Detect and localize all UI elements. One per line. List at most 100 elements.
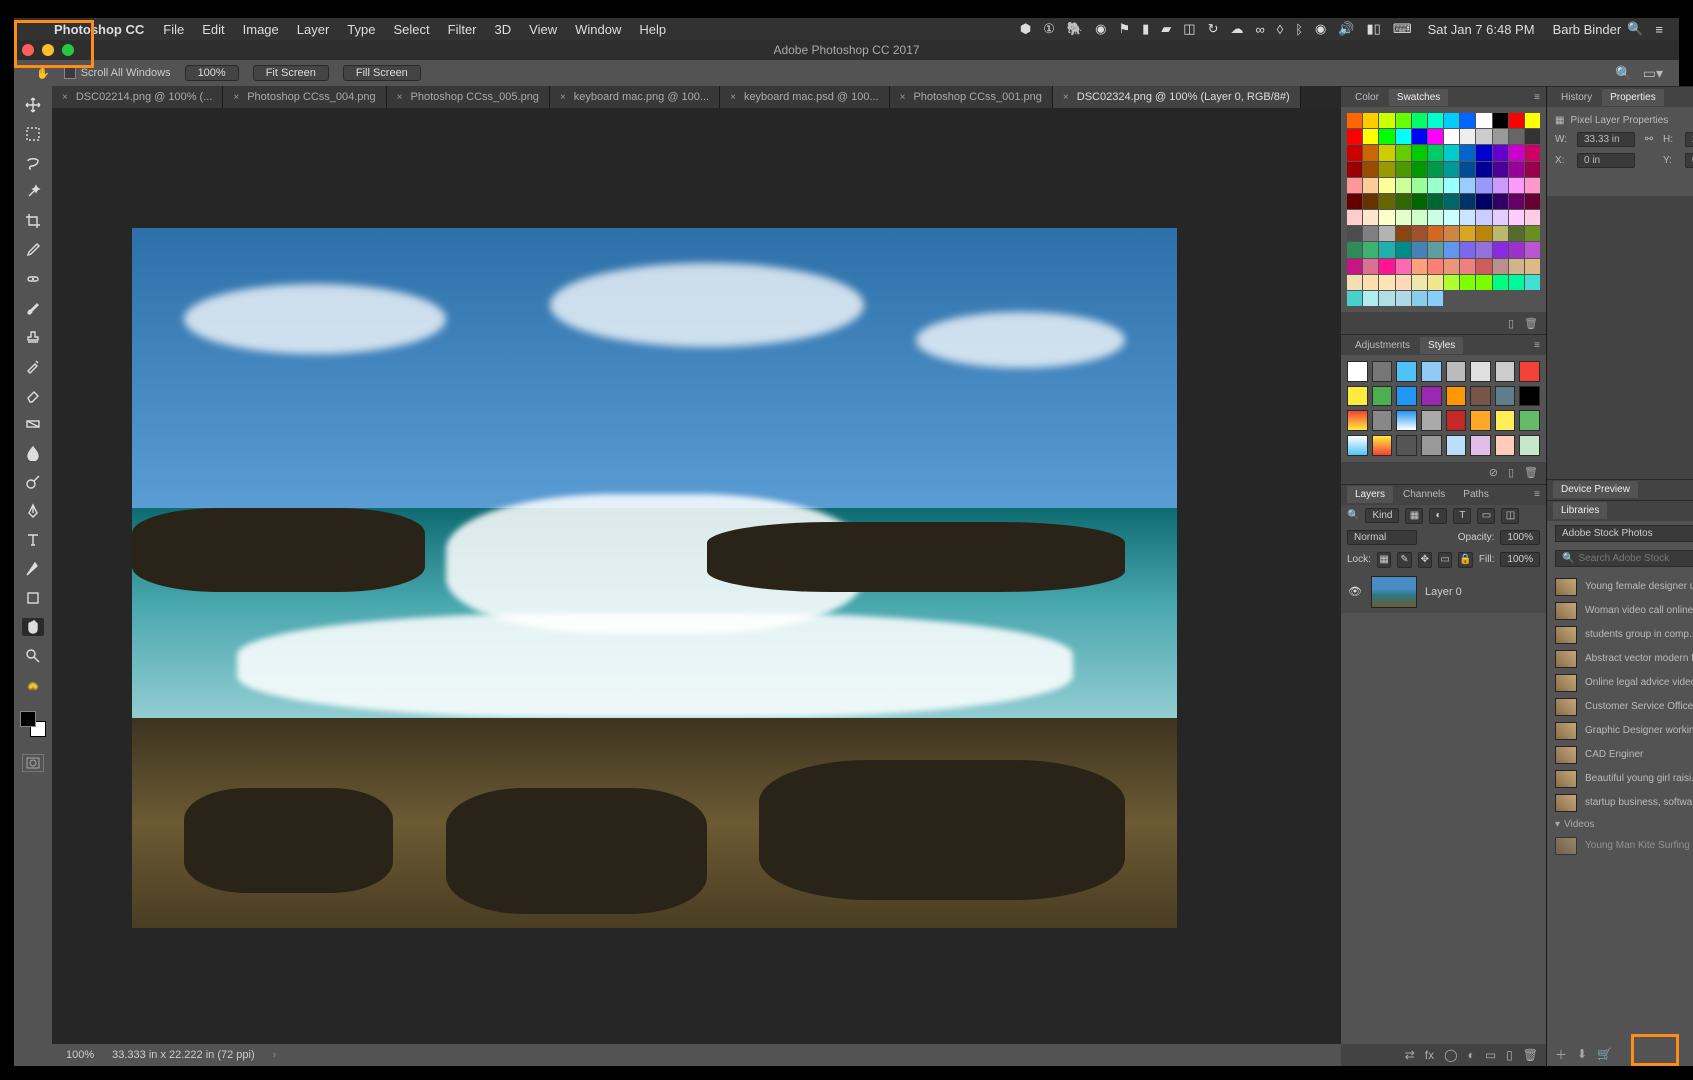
swatch[interactable] [1363,291,1378,306]
status-dims[interactable]: 33.333 in x 22.222 in (72 ppi) [112,1049,255,1061]
swatch[interactable] [1460,194,1475,209]
swatch[interactable] [1493,162,1508,177]
style-swatch[interactable] [1470,410,1491,431]
overlap-icon[interactable]: ◫ [1183,21,1195,37]
swatch[interactable] [1509,178,1524,193]
close-tab-icon[interactable]: × [233,92,239,103]
adjustments-tab[interactable]: Adjustments [1347,337,1418,354]
swatches-tab[interactable]: Swatches [1389,89,1448,106]
fill-value[interactable]: 100% [1500,552,1540,567]
style-swatch[interactable] [1470,386,1491,407]
close-tab-icon[interactable]: × [730,92,736,103]
swatch[interactable] [1347,226,1362,241]
library-item[interactable]: CAD EnginerJPEG [1547,743,1693,767]
swatch[interactable] [1476,210,1491,225]
swatch[interactable] [1412,162,1427,177]
library-item[interactable]: Woman video call online ...JPEG [1547,599,1693,623]
brush-tool[interactable] [22,299,44,317]
swatch[interactable] [1525,194,1540,209]
new-layer-icon[interactable]: ▯ [1506,1048,1513,1062]
style-swatch[interactable] [1495,435,1516,456]
eraser-tool[interactable] [22,386,44,404]
library-search[interactable]: 🔍Search Adobe Stock▾ [1555,550,1693,567]
user-name[interactable]: Barb Binder [1553,22,1622,37]
new-style-icon[interactable]: ▯ [1508,466,1514,479]
menu-3d[interactable]: 3D [495,22,512,37]
gradient-tool[interactable] [22,415,44,433]
zoom-tool[interactable] [22,647,44,665]
swatch[interactable] [1347,242,1362,257]
style-swatch[interactable] [1421,361,1442,382]
shape-tool[interactable] [22,589,44,607]
lock-paint-icon[interactable]: ✎ [1397,552,1411,568]
download-icon[interactable]: ⬇ [1577,1047,1587,1061]
document-tab[interactable]: ×Photoshop CCss_001.png [890,86,1053,108]
library-item[interactable]: Customer Service Office...JPEG [1547,695,1693,719]
swatch[interactable] [1493,275,1508,290]
library-item[interactable]: Young Man Kite Surfing In Ocea... [1547,834,1693,858]
swatch[interactable] [1396,162,1411,177]
swatch[interactable] [1379,145,1394,160]
swatch[interactable] [1444,226,1459,241]
swatch[interactable] [1347,145,1362,160]
style-swatch[interactable] [1372,410,1393,431]
panel-menu-icon[interactable]: ≡ [1534,92,1540,103]
close-tab-icon[interactable]: × [397,92,403,103]
swatch[interactable] [1347,194,1362,209]
swatch[interactable] [1412,210,1427,225]
panel-menu-icon[interactable]: ≡ [1534,489,1540,500]
swatch[interactable] [1396,129,1411,144]
swatch[interactable] [1396,275,1411,290]
link-icon[interactable]: ∞ [1255,22,1264,37]
menu-help[interactable]: Help [639,22,666,37]
menu-type[interactable]: Type [347,22,375,37]
pen-tool[interactable] [22,502,44,520]
style-swatch[interactable] [1396,435,1417,456]
style-swatch[interactable] [1519,361,1540,382]
swatch[interactable] [1525,275,1540,290]
link-layers-icon[interactable]: ⇄ [1405,1048,1415,1062]
swatch[interactable] [1412,259,1427,274]
device-preview-tab[interactable]: Device Preview [1553,481,1638,498]
library-dropdown[interactable]: Adobe Stock Photos▾ [1555,525,1693,542]
swatch[interactable] [1412,275,1427,290]
menu-extras-icon[interactable]: ≡ [1655,22,1663,37]
swatch[interactable] [1347,129,1362,144]
app-name[interactable]: Photoshop CC [54,22,144,37]
swatch[interactable] [1412,291,1427,306]
canvas-area[interactable] [52,108,1354,1044]
swatch[interactable] [1444,275,1459,290]
swatch[interactable] [1396,194,1411,209]
swatch[interactable] [1493,194,1508,209]
swatch[interactable] [1379,291,1394,306]
style-swatch[interactable] [1347,386,1368,407]
swatch[interactable] [1525,178,1540,193]
swatch[interactable] [1379,178,1394,193]
paths-tab[interactable]: Paths [1455,486,1497,503]
document-tab[interactable]: ×DSC02214.png @ 100% (... [52,86,223,108]
sync-icon[interactable]: ↻ [1208,21,1219,37]
swatch[interactable] [1428,162,1443,177]
group-icon[interactable]: ▭ [1485,1048,1496,1062]
x-field[interactable]: 0 in [1577,153,1635,168]
swatch[interactable] [1509,259,1524,274]
history-tab[interactable]: History [1553,89,1600,106]
swatch[interactable] [1525,129,1540,144]
menu-view[interactable]: View [529,22,557,37]
eyedropper-tool[interactable] [22,241,44,259]
swatch[interactable] [1493,113,1508,128]
swatch[interactable] [1412,145,1427,160]
swatch[interactable] [1493,242,1508,257]
layers-tab[interactable]: Layers [1347,486,1393,503]
path-tool[interactable] [22,560,44,578]
swatch[interactable] [1428,210,1443,225]
status-arrow-icon[interactable]: › [273,1049,277,1061]
swatch[interactable] [1460,210,1475,225]
swatch[interactable] [1379,162,1394,177]
menu-select[interactable]: Select [393,22,429,37]
swatch[interactable] [1363,210,1378,225]
scroll-all-checkbox[interactable]: Scroll All Windows [64,67,171,79]
swatch[interactable] [1444,242,1459,257]
opacity-value[interactable]: 100% [1500,530,1540,545]
swatch[interactable] [1525,210,1540,225]
